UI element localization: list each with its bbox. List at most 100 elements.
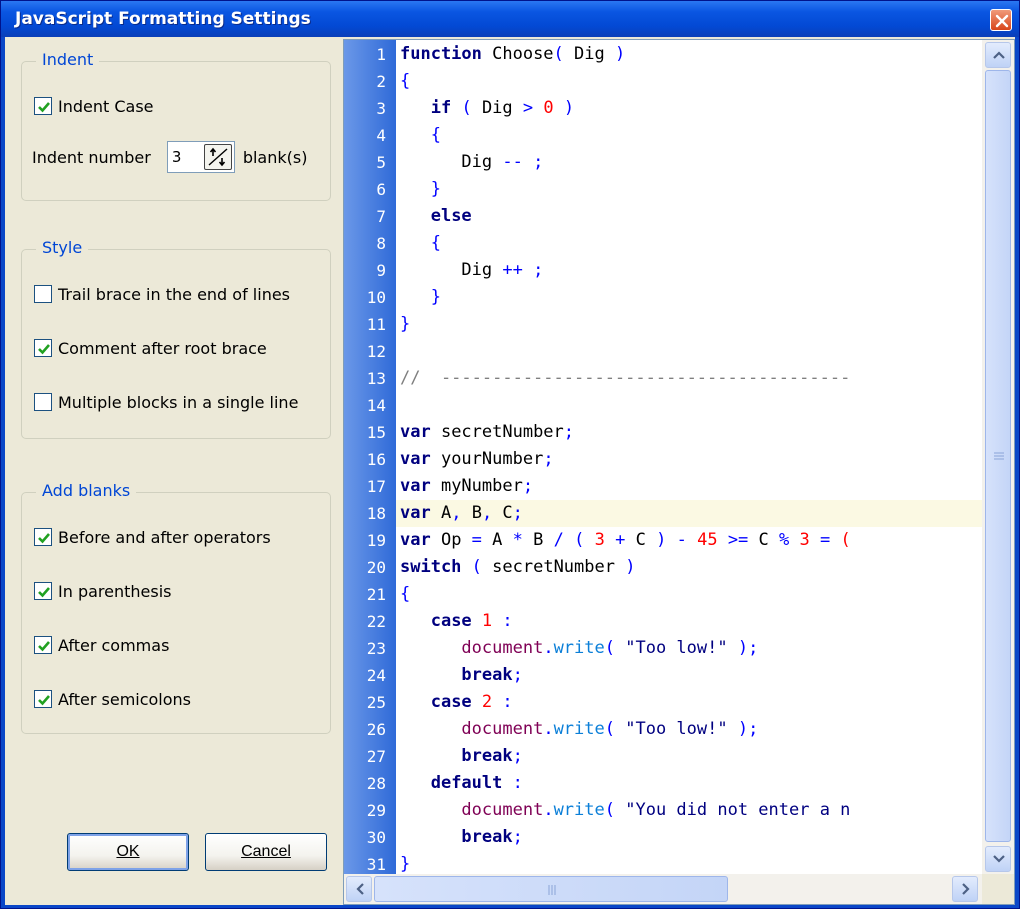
trail-brace-checkbox[interactable]: [34, 285, 52, 303]
code-token: case: [430, 611, 472, 631]
commas-checkbox[interactable]: [34, 636, 52, 654]
title-bar[interactable]: JavaScript Formatting Settings: [1, 1, 1019, 37]
blank-option-operators[interactable]: Before and after operators: [34, 525, 271, 549]
code-line[interactable]: document.write( "Too low!" );: [396, 635, 982, 662]
code-line[interactable]: document.write( "Too low!" );: [396, 716, 982, 743]
code-token: :: [512, 773, 523, 793]
code-token: function: [400, 44, 482, 64]
style-option-trail-brace[interactable]: Trail brace in the end of lines: [34, 282, 290, 306]
code-token: break: [461, 827, 513, 847]
line-number: 19: [366, 531, 386, 550]
code-line[interactable]: {: [396, 68, 982, 95]
vertical-scroll-thumb[interactable]: [985, 70, 1011, 842]
code-token: ;: [533, 152, 544, 172]
code-line[interactable]: break;: [396, 662, 982, 689]
code-token: 2: [481, 692, 493, 712]
code-line[interactable]: break;: [396, 743, 982, 770]
code-line[interactable]: Dig -- ;: [396, 149, 982, 176]
code-line[interactable]: [396, 338, 982, 365]
code-line[interactable]: Dig ++ ;: [396, 257, 982, 284]
multiple-blocks-checkbox[interactable]: [34, 393, 52, 411]
code-line[interactable]: switch ( secretNumber ): [396, 554, 982, 581]
parenthesis-checkbox[interactable]: [34, 582, 52, 600]
cancel-button[interactable]: Cancel: [205, 833, 327, 871]
code-line[interactable]: [396, 392, 982, 419]
code-line[interactable]: else: [396, 203, 982, 230]
line-number: 6: [376, 180, 386, 199]
indent-case-checkbox[interactable]: [34, 97, 52, 115]
blank-option-commas[interactable]: After commas: [34, 633, 169, 657]
code-token: );: [737, 638, 759, 658]
scroll-right-button[interactable]: [952, 876, 978, 902]
scroll-left-button[interactable]: [346, 876, 372, 902]
code-line[interactable]: {: [396, 230, 982, 257]
blank-option-semicolons[interactable]: After semicolons: [34, 687, 191, 711]
code-line[interactable]: function Choose( Dig ): [396, 41, 982, 68]
code-token: ,: [481, 503, 493, 523]
code-token: C: [748, 530, 780, 550]
ok-button[interactable]: OK: [67, 833, 189, 871]
scroll-down-button[interactable]: [985, 846, 1011, 872]
code-token: }: [400, 314, 411, 334]
code-line[interactable]: break;: [396, 824, 982, 851]
code-preview-editor[interactable]: 1 2 3 4 5 6 7 8 9 10 11 12 13 14 15 16 17 18 19 20 21 22 23 24 2…: [343, 39, 1015, 905]
indent-case-option[interactable]: Indent Case: [34, 94, 154, 118]
code-line[interactable]: var myNumber;: [396, 473, 982, 500]
code-line[interactable]: }: [396, 176, 982, 203]
code-token: (: [553, 44, 564, 64]
code-token: );: [737, 719, 759, 739]
code-token: :: [502, 611, 513, 631]
scroll-up-button[interactable]: [985, 42, 1011, 68]
comment-root-brace-checkbox[interactable]: [34, 339, 52, 357]
style-option-multiple-blocks[interactable]: Multiple blocks in a single line: [34, 390, 298, 414]
code-area[interactable]: function Choose( Dig ){ if ( Dig > 0 ) {…: [396, 40, 982, 874]
code-line[interactable]: var A, B, C;: [396, 500, 982, 527]
check-icon: [38, 695, 50, 706]
line-number: 7: [376, 207, 386, 226]
code-line[interactable]: // -------------------------------------…: [396, 365, 982, 392]
horizontal-scroll-thumb[interactable]: [374, 876, 728, 902]
code-line[interactable]: var secretNumber;: [396, 419, 982, 446]
semicolons-checkbox[interactable]: [34, 690, 52, 708]
code-token: Op: [430, 530, 472, 550]
code-line[interactable]: case 1 :: [396, 608, 982, 635]
code-line[interactable]: var yourNumber;: [396, 446, 982, 473]
code-line[interactable]: }: [396, 851, 982, 874]
indent-number-value[interactable]: 3: [172, 148, 182, 166]
code-line[interactable]: document.write( "You did not enter a n: [396, 797, 982, 824]
indent-number-stepper[interactable]: 3: [166, 141, 235, 173]
operators-checkbox[interactable]: [34, 528, 52, 546]
line-number: 9: [376, 261, 386, 280]
vertical-scrollbar[interactable]: [982, 40, 1014, 874]
horizontal-scrollbar[interactable]: [344, 874, 982, 904]
style-option-comment-root[interactable]: Comment after root brace: [34, 336, 267, 360]
code-token: 0: [543, 98, 554, 118]
code-line[interactable]: if ( Dig > 0 ): [396, 95, 982, 122]
code-token: C: [492, 503, 513, 523]
blank-option-parenthesis[interactable]: In parenthesis: [34, 579, 172, 603]
spin-button[interactable]: [203, 144, 232, 170]
line-number: 12: [366, 342, 386, 361]
code-line[interactable]: var Op = A * B / ( 3 + C ) - 45 >= C % 3…: [396, 527, 982, 554]
line-number: 15: [366, 423, 386, 442]
settings-panel: Indent Indent Case Indent number 3 blank…: [5, 37, 343, 905]
code-token: write: [553, 638, 605, 658]
style-group: Style Trail brace in the end of lines Co…: [21, 238, 331, 439]
code-line[interactable]: {: [396, 581, 982, 608]
code-token: ): [614, 44, 626, 64]
code-token: +: [615, 530, 626, 550]
code-line[interactable]: }: [396, 284, 982, 311]
close-button[interactable]: [990, 9, 1012, 31]
code-line[interactable]: }: [396, 311, 982, 338]
code-line[interactable]: default :: [396, 770, 982, 797]
comment-root-brace-label: Comment after root brace: [58, 338, 267, 358]
code-line[interactable]: {: [396, 122, 982, 149]
code-line[interactable]: case 2 :: [396, 689, 982, 716]
